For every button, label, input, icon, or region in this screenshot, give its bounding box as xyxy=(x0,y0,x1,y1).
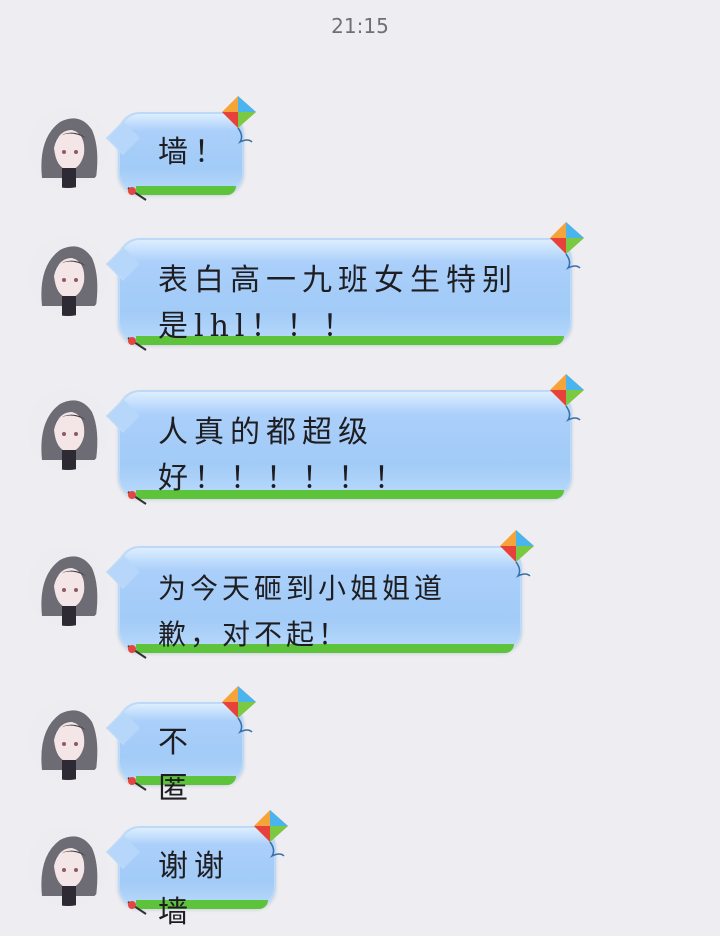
kite-icon xyxy=(500,530,534,578)
message-bubble[interactable]: 不匿 xyxy=(106,686,256,806)
message-text: 谢谢墙 xyxy=(158,849,230,930)
bubble-tail xyxy=(106,835,140,869)
timestamp: 21:15 xyxy=(331,14,389,38)
avatar[interactable] xyxy=(28,108,108,188)
pin-icon xyxy=(127,645,147,659)
bubble-tail xyxy=(106,711,140,745)
grass-decoration xyxy=(136,186,236,195)
message-text: 墙！ xyxy=(158,135,230,170)
message-bubble[interactable]: 墙！ xyxy=(106,96,256,201)
kite-icon xyxy=(550,374,584,422)
avatar[interactable] xyxy=(28,546,108,626)
avatar[interactable] xyxy=(28,826,108,906)
message-text: 表白高一九班女生特别是lhl！！！ xyxy=(158,263,518,344)
pin-icon xyxy=(127,337,147,351)
bubble-tail xyxy=(106,247,140,281)
pin-icon xyxy=(127,777,147,791)
avatar[interactable] xyxy=(28,700,108,780)
message-bubble[interactable]: 为今天砸到小姐姐道歉，对不起！ xyxy=(106,530,534,659)
kite-icon xyxy=(550,222,584,270)
pin-icon xyxy=(127,491,147,505)
bubble-tail xyxy=(106,399,140,433)
message-text: 不匿 xyxy=(158,725,194,806)
kite-icon xyxy=(254,810,288,858)
message-text: 为今天砸到小姐姐道歉，对不起！ xyxy=(158,572,447,651)
message-bubble[interactable]: 谢谢墙 xyxy=(106,810,288,930)
avatar[interactable] xyxy=(28,390,108,470)
pin-icon xyxy=(127,901,147,915)
message-bubble[interactable]: 表白高一九班女生特别是lhl！！！ xyxy=(106,222,584,351)
kite-icon xyxy=(222,686,256,734)
message-text: 人真的都超级好！！！！！！ xyxy=(158,415,410,496)
bubble-tail xyxy=(106,555,140,589)
pin-icon xyxy=(127,187,147,201)
avatar[interactable] xyxy=(28,236,108,316)
message-bubble[interactable]: 人真的都超级好！！！！！！ xyxy=(106,374,584,505)
bubble-tail xyxy=(106,121,140,155)
